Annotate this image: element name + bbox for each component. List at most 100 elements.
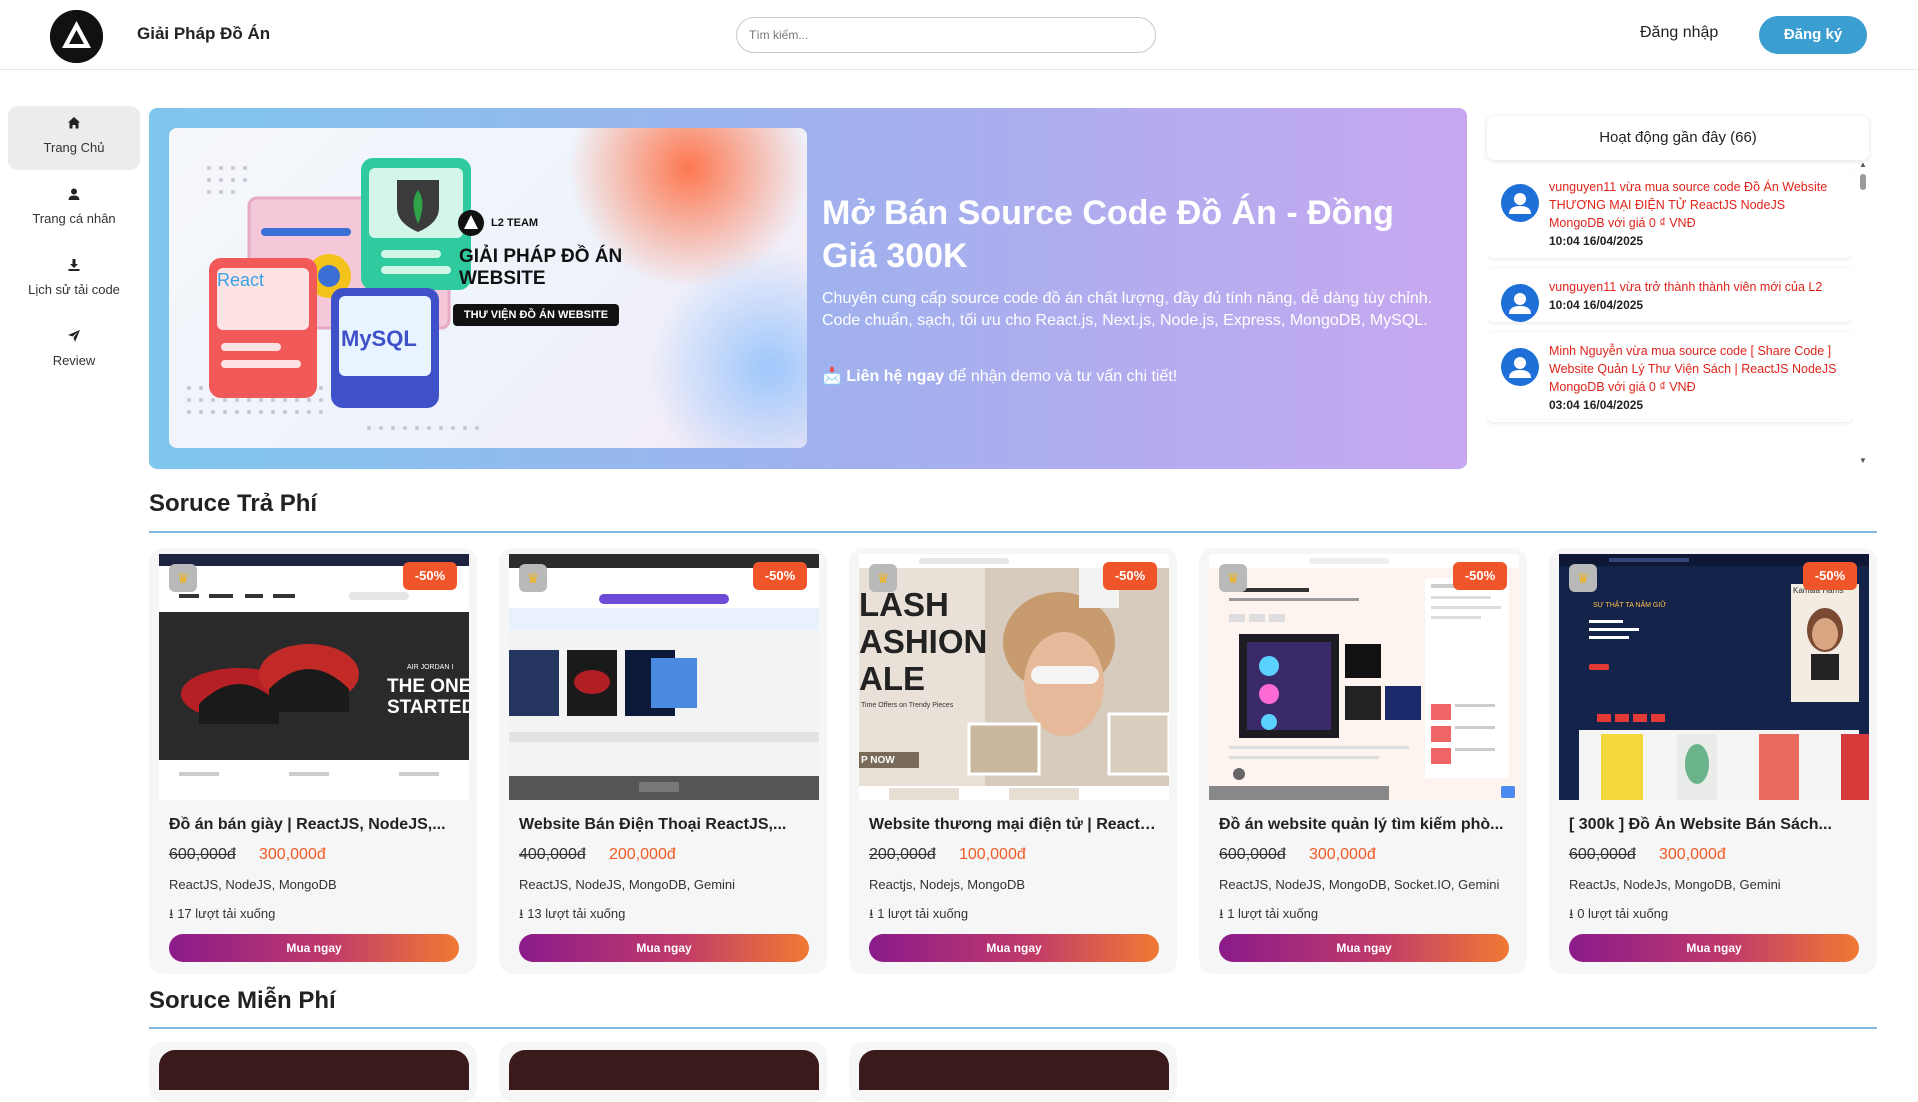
avatar (1501, 284, 1539, 322)
product-card[interactable]: ♛ -50% LASH ASHION ALE Time Offers on Tren… (849, 548, 1177, 974)
sale-price: 200,000đ (609, 846, 676, 863)
crown-icon: ♛ (1569, 564, 1597, 592)
hero-image-heading: GIẢI PHÁP ĐỒ ÁN WEBSITE (459, 246, 623, 289)
thumb-button-text: P NOW (861, 755, 895, 766)
sale-price: 300,000đ (259, 846, 326, 863)
buy-now-button[interactable]: Mua ngay (519, 934, 809, 962)
product-card[interactable]: ♛ -50% Website Bán Điện Thoại ReactJS,..… (499, 548, 827, 974)
hero-title: Mở Bán Source Code Đồ Án - Đồng Giá 300K (822, 194, 1394, 275)
buy-now-button[interactable]: Mua ngay (1219, 934, 1509, 962)
download-icon: ⭳ (1219, 906, 1224, 921)
product-card[interactable]: ♛ -50% SỰ THẬT TA NẮM GIỮ Kamala Harris … (1549, 548, 1877, 974)
download-icon: ⭳ (519, 906, 524, 921)
site-logo[interactable] (50, 10, 103, 63)
paid-section-title: Soruce Trả Phí (149, 490, 318, 517)
product-thumbnail[interactable]: ♛ -50% SỰ THẬT TA NẮM GIỮ Kamala Harris (1559, 554, 1869, 800)
crown-icon: ♛ (1219, 564, 1247, 592)
free-section-title: Soruce Miễn Phí (149, 987, 336, 1014)
user-avatar-icon (1509, 357, 1531, 378)
crown-icon: ♛ (519, 564, 547, 592)
sale-price: 300,000đ (1309, 846, 1376, 863)
product-card[interactable]: ♛ -50% Đồ án website quản lý tìm kiếm ph… (1199, 548, 1527, 974)
tech-stack: ReactJS, NodeJS, MongoDB (169, 877, 337, 892)
scroll-up-icon[interactable]: ▲ (1859, 160, 1867, 169)
old-price: 400,000đ (519, 846, 586, 863)
activity-item: vunguyen11 vừa mua source code Đồ Án Web… (1487, 168, 1853, 258)
sidebar-item-home[interactable]: Trang Chủ (8, 106, 140, 170)
activity-list: vunguyen11 vừa mua source code Đồ Án Web… (1487, 168, 1853, 468)
thumb-headline: LASH ASHION ALE (859, 586, 987, 697)
activity-time: 03:04 16/04/2025 (1549, 398, 1644, 412)
download-icon: ⭳ (1569, 906, 1574, 921)
tech-stack: ReactJS, NodeJS, MongoDB, Socket.IO, Gem… (1219, 877, 1500, 892)
register-button[interactable]: Đăng ký (1759, 16, 1867, 54)
download-count-text: 17 lượt tải xuống (177, 906, 276, 921)
old-price: 600,000đ (169, 846, 236, 863)
thumb-brand-text: AIR JORDAN I (407, 664, 454, 671)
sidebar-item-label: Review (52, 353, 96, 368)
activity-title: Hoạt động gần đây (66) (1487, 116, 1869, 160)
download-count-text: 1 lượt tải xuống (1227, 906, 1319, 921)
avatar (1501, 184, 1539, 222)
thumb-headline: THE ONE TSTARTED I (387, 676, 469, 718)
download-count: ⭳ 1 lượt tải xuống (869, 905, 968, 927)
download-count: ⭳ 13 lượt tải xuống (519, 905, 625, 927)
sidebar-item-download-history[interactable]: Lịch sử tải code (8, 248, 140, 312)
user-avatar-icon (1509, 193, 1531, 214)
activity-text: vunguyen11 vừa mua source code Đồ Án Web… (1549, 180, 1828, 230)
discount-badge: -50% (403, 562, 457, 590)
hero-description: Chuyên cung cấp source code đồ án chất l… (822, 290, 1433, 329)
product-thumbnail[interactable]: ♛ -50% LASH ASHION ALE Time Offers on Tren… (859, 554, 1169, 800)
old-price: 200,000đ (869, 846, 936, 863)
activity-text: vunguyen11 vừa trở thành thành viên mới … (1549, 280, 1823, 294)
top-header: Giải Pháp Đồ Án Đăng nhập Đăng ký (0, 0, 1918, 70)
product-name[interactable]: Đồ án website quản lý tìm kiếm phò... (1219, 816, 1509, 834)
thumb-headline-line: ASHION (859, 623, 988, 660)
tech-stack: Reactjs, Nodejs, MongoDB (869, 877, 1026, 892)
sidebar-item-profile[interactable]: Trang cá nhân (8, 177, 140, 241)
react-logo-text: React (217, 270, 265, 290)
download-icon (8, 258, 140, 276)
download-count-text: 0 lượt tải xuống (1577, 906, 1669, 921)
discount-badge: -50% (753, 562, 807, 590)
product-card[interactable]: ♛ -50% AIR JORDAN I THE ONE TSTARTED I Đ… (149, 548, 477, 974)
product-thumbnail[interactable]: ♛ -50% AIR JORDAN I THE ONE TSTARTED I (159, 554, 469, 800)
product-thumbnail[interactable] (159, 1050, 469, 1090)
login-link[interactable]: Đăng nhập (1640, 24, 1718, 42)
buy-now-button[interactable]: Mua ngay (869, 934, 1159, 962)
user-avatar-icon (1509, 293, 1531, 314)
sidebar-item-review[interactable]: Review (8, 319, 140, 383)
product-name[interactable]: Đồ án bán giày | ReactJS, NodeJS,... (169, 816, 459, 834)
hero-cta-text: để nhận demo và tư vấn chi tiết! (944, 368, 1178, 385)
product-name[interactable]: [ 300k ] Đồ Án Website Bán Sách... (1569, 816, 1859, 834)
product-thumbnail[interactable] (509, 1050, 819, 1090)
product-thumbnail[interactable]: ♛ -50% (1209, 554, 1519, 800)
thumb-headline-line: ALE (859, 660, 925, 697)
product-name[interactable]: Website thương mại điện tử | ReactJ... (869, 816, 1159, 834)
hero-cta-bold[interactable]: Liên hệ ngay (846, 368, 944, 385)
free-product-card[interactable] (499, 1042, 827, 1102)
download-count-text: 1 lượt tải xuống (877, 906, 969, 921)
scroll-thumb[interactable] (1860, 174, 1866, 190)
free-product-card[interactable] (149, 1042, 477, 1102)
brand-name[interactable]: Giải Pháp Đồ Án (137, 24, 270, 44)
product-name[interactable]: Website Bán Điện Thoại ReactJS,... (519, 816, 809, 834)
scroll-down-icon[interactable]: ▼ (1859, 456, 1867, 465)
download-count: ⭳ 0 lượt tải xuống (1569, 905, 1668, 927)
product-thumbnail[interactable]: ♛ -50% (509, 554, 819, 800)
thumb-subtitle: Time Offers on Trendy Pieces (861, 702, 954, 709)
search-input[interactable] (736, 17, 1156, 53)
discount-badge: -50% (1803, 562, 1857, 590)
sidebar-item-label: Trang cá nhân (32, 211, 116, 226)
buy-now-button[interactable]: Mua ngay (169, 934, 459, 962)
activity-scrollbar[interactable]: ▲ ▼ (1859, 160, 1867, 468)
mysql-logo-text: MySQL (341, 326, 417, 351)
product-thumbnail[interactable] (859, 1050, 1169, 1090)
user-icon (8, 187, 140, 205)
free-product-card[interactable] (849, 1042, 1177, 1102)
sidebar-item-label: Trang Chủ (43, 140, 105, 155)
buy-now-button[interactable]: Mua ngay (1569, 934, 1859, 962)
sidebar-item-label: Lịch sử tải code (28, 282, 120, 297)
triangle-logo-icon (50, 10, 103, 63)
download-count-text: 13 lượt tải xuống (527, 906, 626, 921)
